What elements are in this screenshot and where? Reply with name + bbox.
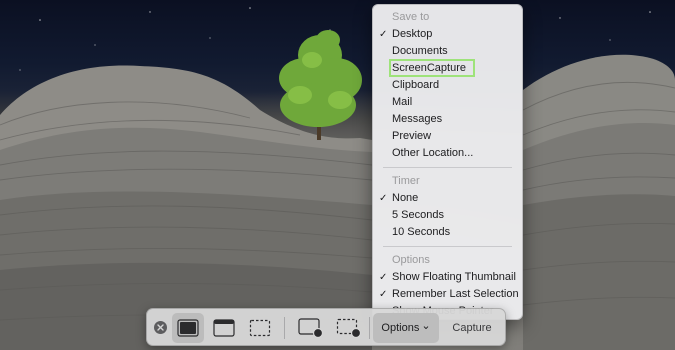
menu-item-label: Remember Last Selection	[392, 288, 519, 300]
capture-entire-screen-icon	[177, 319, 199, 337]
menu-item-documents[interactable]: Documents	[373, 43, 522, 60]
wallpaper-scene	[0, 7, 675, 350]
capture-selection-button[interactable]	[244, 313, 276, 343]
capture-selection-icon	[249, 319, 271, 337]
close-glyph	[157, 324, 164, 331]
record-entire-screen-icon	[298, 318, 324, 338]
menu-item-label: Other Location...	[392, 147, 474, 159]
menu-header-options: Options	[392, 254, 430, 266]
menu-item-remember-last-selection[interactable]: ✓ Remember Last Selection	[373, 286, 522, 303]
toolbar-divider	[369, 317, 370, 339]
capture-entire-screen-button[interactable]	[172, 313, 204, 343]
menu-item-show-floating-thumbnail[interactable]: ✓ Show Floating Thumbnail	[373, 269, 522, 286]
record-entire-screen-button[interactable]	[294, 313, 328, 343]
menu-item-label: Documents	[392, 45, 448, 57]
menu-item-label: Desktop	[392, 28, 433, 40]
menu-item-label: 5 Seconds	[392, 209, 444, 221]
capture-window-icon	[213, 319, 235, 337]
menu-header-save-to: Save to	[392, 11, 430, 23]
capture-button-label: Capture	[452, 322, 492, 334]
desktop-wallpaper	[0, 0, 675, 350]
record-selection-icon	[336, 318, 362, 338]
menu-item-clipboard[interactable]: Clipboard	[373, 77, 522, 94]
toolbar-divider	[284, 317, 285, 339]
menu-item-label: Show Floating Thumbnail	[392, 271, 516, 283]
checkmark-icon: ✓	[379, 289, 388, 300]
capture-window-button[interactable]	[208, 313, 240, 343]
menu-item-label: Preview	[392, 130, 432, 142]
menu-item-desktop[interactable]: ✓ Desktop	[373, 26, 522, 43]
menu-divider	[383, 246, 512, 247]
menu-item-mail[interactable]: Mail	[373, 94, 522, 111]
options-menu: Save to ✓ Desktop Documents ScreenCaptur…	[372, 4, 523, 320]
menu-item-preview[interactable]: Preview	[373, 128, 522, 145]
menu-item-label: Messages	[392, 113, 443, 125]
menu-item-messages[interactable]: Messages	[373, 111, 522, 128]
options-button-label: Options	[381, 322, 420, 334]
chevron-down-icon: ⌄	[421, 319, 431, 332]
capture-button[interactable]: Capture	[443, 313, 501, 343]
screenshot-toolbar: Options ⌄ Capture	[146, 308, 506, 346]
menu-item-timer-5-seconds[interactable]: 5 Seconds	[373, 207, 522, 224]
record-selection-button[interactable]	[332, 313, 366, 343]
menu-header-timer: Timer	[392, 175, 420, 187]
menu-item-screencapture[interactable]: ScreenCapture	[373, 59, 522, 77]
checkmark-icon: ✓	[379, 193, 388, 204]
menu-item-label: 10 Seconds	[392, 226, 451, 238]
menu-item-label: None	[392, 192, 419, 204]
menu-item-other-location[interactable]: Other Location...	[373, 145, 522, 162]
menu-item-timer-none[interactable]: ✓ None	[373, 190, 522, 207]
close-icon[interactable]	[154, 321, 167, 334]
menu-item-label: ScreenCapture	[389, 59, 475, 77]
options-button[interactable]: Options ⌄	[373, 313, 439, 343]
checkmark-icon: ✓	[379, 272, 388, 283]
menu-item-label: Clipboard	[392, 79, 440, 91]
checkmark-icon: ✓	[379, 29, 388, 40]
menu-item-label: Mail	[392, 96, 413, 108]
menu-item-timer-10-seconds[interactable]: 10 Seconds	[373, 224, 522, 241]
menu-divider	[383, 167, 512, 168]
